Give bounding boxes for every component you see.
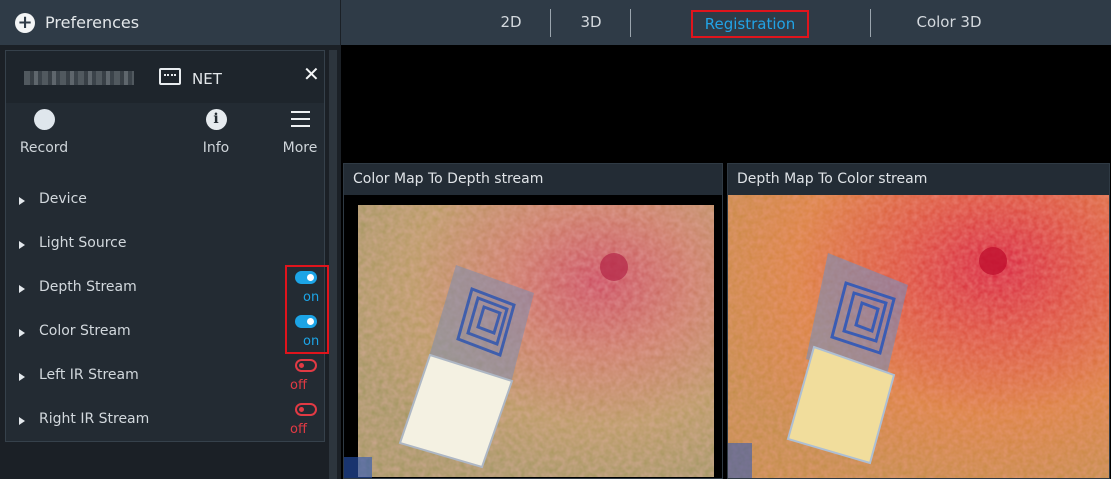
left-ir-stream-toggle[interactable] [295, 359, 317, 372]
tab-registration[interactable]: Registration [691, 10, 809, 38]
section-right-ir-stream[interactable]: Right IR Stream [6, 411, 324, 461]
top-bar: + Preferences 2D 3D Registration Color 3… [0, 0, 1111, 45]
left-ir-stream-state: off [290, 378, 307, 393]
tab-2d[interactable]: 2D [489, 10, 533, 38]
more-button[interactable]: More [280, 109, 320, 156]
view-title: Color Map To Depth stream [344, 164, 722, 195]
device-name-redacted [24, 71, 134, 85]
left-panel: NET ✕ Record i Info More Device Light So… [0, 45, 341, 479]
tab-divider [550, 9, 551, 37]
color-to-depth-render [344, 195, 722, 478]
right-ir-stream-toggle[interactable] [295, 403, 317, 416]
info-label: Info [202, 140, 230, 156]
menu-icon [290, 109, 310, 130]
color-to-depth-image [344, 195, 722, 478]
section-label: Depth Stream [39, 279, 137, 295]
info-icon: i [205, 109, 227, 130]
connection-type: NET [192, 70, 222, 88]
tab-divider [870, 9, 871, 37]
section-label: Left IR Stream [39, 367, 139, 383]
more-label: More [282, 140, 318, 156]
close-icon[interactable]: ✕ [303, 63, 320, 85]
depth-to-color-image [728, 195, 1109, 478]
section-label: Color Stream [39, 323, 131, 339]
tab-3d[interactable]: 3D [569, 10, 613, 38]
view-tabs: 2D 3D Registration Color 3D [341, 0, 1111, 45]
section-label: Right IR Stream [39, 411, 150, 427]
caret-right-icon [19, 285, 25, 293]
record-button[interactable]: Record [16, 109, 72, 156]
device-header: NET ✕ [6, 51, 324, 103]
network-icon [159, 68, 181, 85]
record-label: Record [19, 140, 69, 156]
plus-icon: + [15, 12, 35, 33]
info-button[interactable]: i Info [194, 109, 238, 156]
caret-right-icon [19, 241, 25, 249]
tab-color-3d[interactable]: Color 3D [905, 10, 993, 38]
color-to-depth-view: Color Map To Depth stream [343, 163, 723, 479]
panel-scrollbar[interactable] [329, 50, 337, 479]
caret-right-icon [19, 373, 25, 381]
tab-divider [630, 9, 631, 37]
preferences-button[interactable]: + Preferences [0, 0, 341, 45]
record-icon [33, 109, 55, 130]
device-card: NET ✕ Record i Info More Device Light So… [5, 50, 325, 442]
caret-right-icon [19, 197, 25, 205]
app-window: + Preferences 2D 3D Registration Color 3… [0, 0, 1111, 479]
preferences-label: Preferences [45, 13, 140, 32]
toggle-highlight-box [285, 265, 329, 354]
caret-right-icon [19, 329, 25, 337]
depth-to-color-view: Depth Map To Color stream [727, 163, 1110, 479]
caret-right-icon [19, 417, 25, 425]
right-ir-stream-state: off [290, 422, 307, 437]
section-label: Device [39, 191, 87, 207]
view-title: Depth Map To Color stream [728, 164, 1109, 195]
section-label: Light Source [39, 235, 127, 251]
viewport: Color Map To Depth stream Depth Map To C… [341, 45, 1111, 479]
depth-to-color-render [728, 195, 1109, 478]
